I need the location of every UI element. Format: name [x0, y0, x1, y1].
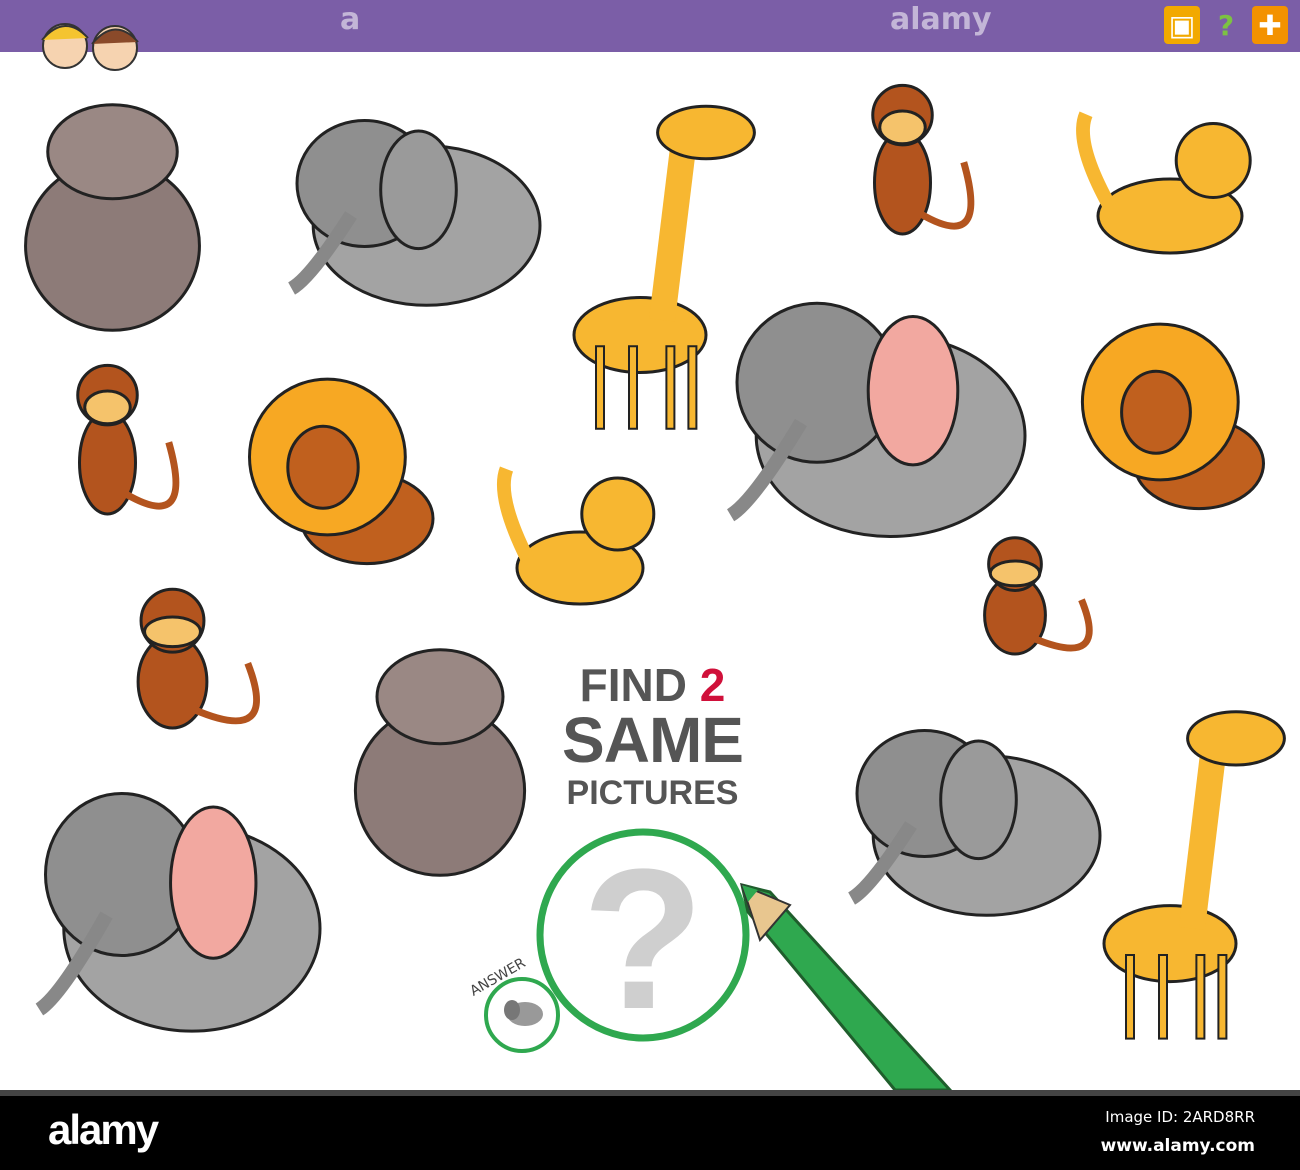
lion-icon	[248, 377, 435, 566]
maze-icon: ▣	[1164, 6, 1200, 44]
question-icon: ?	[1217, 8, 1235, 42]
footer-logo: alamy	[48, 1106, 159, 1153]
lion-icon	[1080, 322, 1265, 511]
footer-url: www.alamy.com	[1100, 1136, 1255, 1156]
tiger-icon	[1076, 111, 1252, 255]
elephant-big-icon	[726, 301, 1027, 538]
elephant-gray-icon	[287, 119, 542, 307]
answer-elephant-icon	[504, 1000, 543, 1026]
title-pictures: PICTURES	[566, 774, 739, 812]
monkey-icon	[76, 363, 180, 516]
pencil-icon	[740, 882, 954, 1092]
hippo-icon	[24, 103, 201, 332]
watermark: a	[340, 2, 361, 37]
footer: alamy Image ID: 2ARD8RR www.alamy.com	[0, 1096, 1300, 1170]
tiger-icon	[496, 466, 656, 606]
watermark: alamy	[890, 2, 992, 37]
puzzle-title: FIND 2 SAME PICTURES	[555, 662, 750, 810]
giraffe-icon	[572, 104, 756, 430]
answer-circle: ? ANSWER	[467, 828, 750, 1053]
hippo-icon	[353, 648, 527, 877]
monkey-icon	[136, 587, 260, 730]
question-mark: ?	[582, 828, 704, 1051]
title-same: SAME	[562, 704, 744, 776]
animal-scene: ? ANSWER	[24, 83, 1286, 1092]
giraffe-icon	[1102, 710, 1286, 1040]
monkey-icon	[871, 83, 975, 236]
monkey-icon	[983, 536, 1093, 656]
puzzle-icon: ✚	[1252, 6, 1288, 44]
image-id: Image ID: 2ARD8RR	[1105, 1108, 1255, 1126]
elephant-gray-icon	[847, 729, 1102, 917]
top-bar: a alamy ▣ ? ✚	[0, 0, 1300, 71]
elephant-big-icon	[35, 792, 322, 1033]
